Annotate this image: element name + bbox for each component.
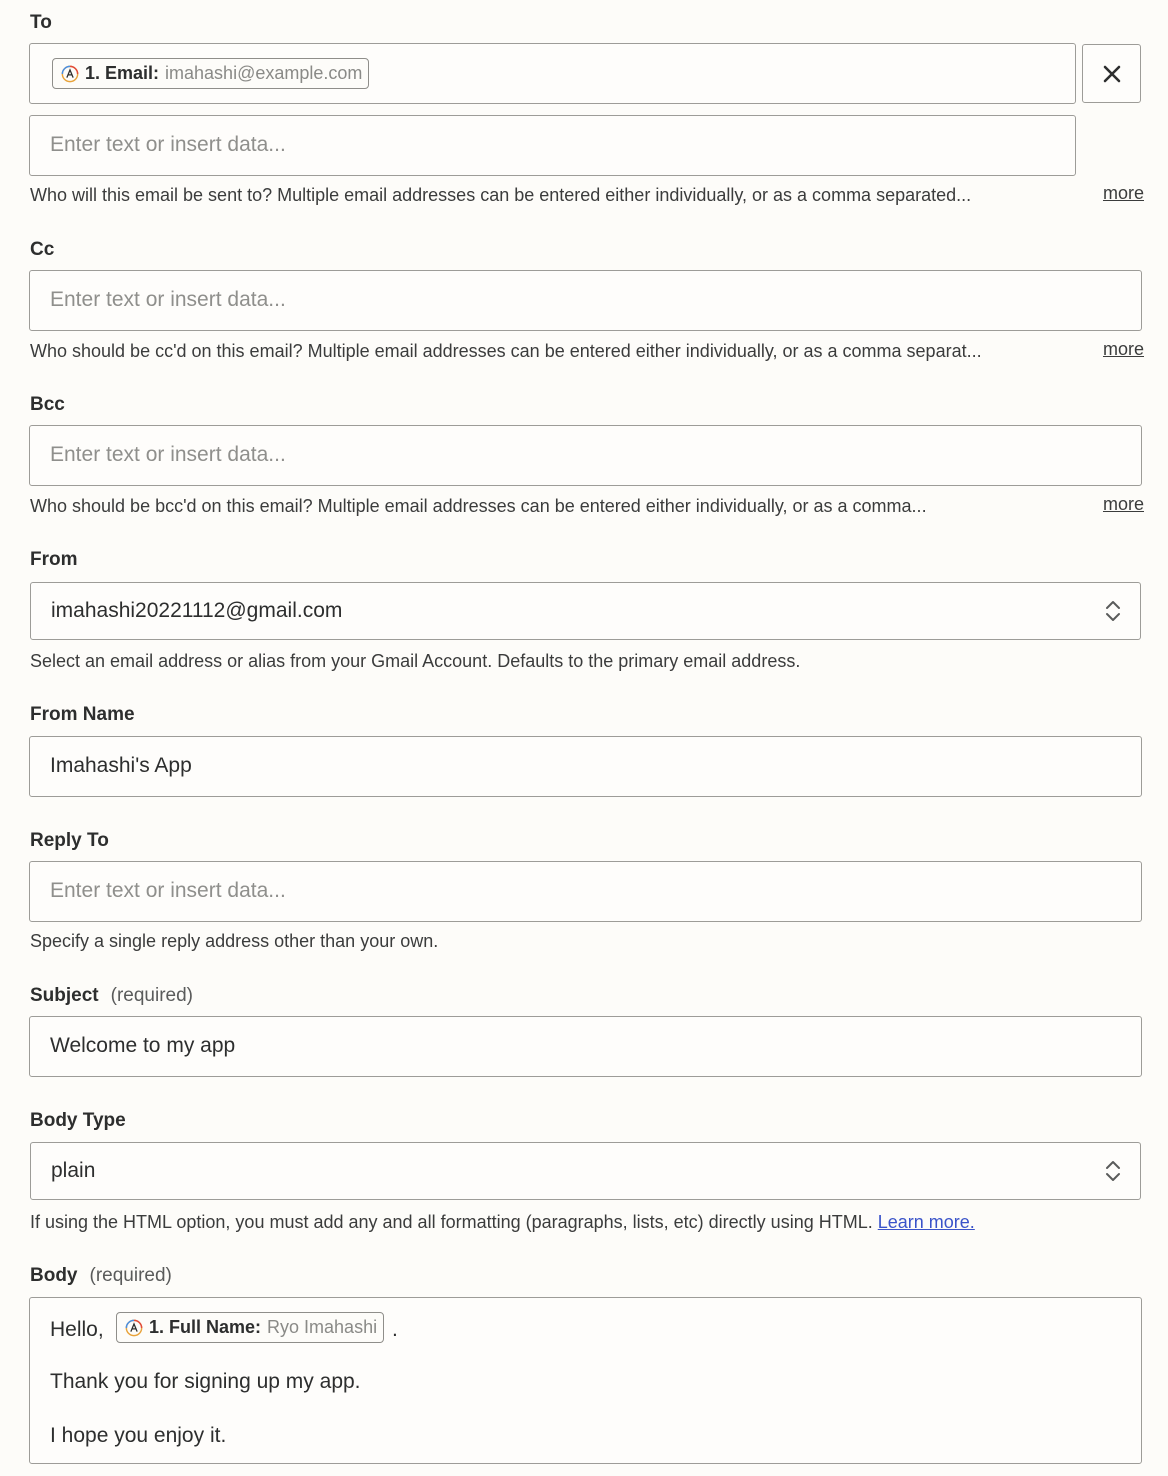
cc-input[interactable]: Enter text or insert data...: [29, 270, 1142, 331]
body-required: (required): [89, 1265, 172, 1286]
token-key: 1. Full Name:: [149, 1317, 262, 1337]
from-value: imahashi20221112@gmail.com: [51, 599, 343, 622]
bcc-placeholder: Enter text or insert data...: [50, 443, 286, 466]
bcc-more-link[interactable]: more: [1103, 494, 1144, 515]
from-name-label: From Name: [30, 704, 135, 725]
subject-input[interactable]: Welcome to my app: [29, 1016, 1142, 1077]
full-name-token[interactable]: 1. Full Name: Ryo Imahashi: [116, 1312, 385, 1343]
cc-label: Cc: [30, 239, 55, 260]
body-type-label: Body Type: [30, 1110, 126, 1131]
body-type-select[interactable]: plain: [30, 1142, 1141, 1200]
app-icon: [61, 65, 79, 82]
cc-more-link[interactable]: more: [1103, 339, 1144, 360]
to-additional-input[interactable]: Enter text or insert data...: [29, 115, 1076, 176]
select-chevron-icon: [1106, 1161, 1120, 1181]
from-name-value: Imahashi's App: [50, 754, 192, 777]
token-value: imahashi@example.com: [165, 63, 363, 83]
body-label: Body (required): [30, 1265, 172, 1287]
to-placeholder: Enter text or insert data...: [50, 133, 286, 156]
token-value: Ryo Imahashi: [267, 1317, 378, 1337]
body-line-2: Thank you for signing up my app.: [50, 1370, 361, 1393]
remove-to-button[interactable]: [1082, 44, 1141, 103]
reply-to-input[interactable]: Enter text or insert data...: [29, 861, 1142, 922]
to-email-token[interactable]: 1. Email: imahashi@example.com: [52, 58, 370, 89]
body-line-3: I hope you enjoy it.: [50, 1424, 227, 1447]
to-field[interactable]: 1. Email: imahashi@example.com: [29, 43, 1076, 104]
to-more-link[interactable]: more: [1103, 183, 1144, 204]
reply-to-help-text: Specify a single reply address other tha…: [30, 931, 439, 951]
token-key: 1. Email:: [85, 63, 160, 83]
select-chevron-icon: [1106, 601, 1120, 621]
from-name-input[interactable]: Imahashi's App: [29, 736, 1142, 797]
subject-label-text: Subject: [30, 985, 99, 1006]
reply-to-label: Reply To: [30, 830, 109, 851]
bcc-label: Bcc: [30, 394, 65, 415]
subject-value: Welcome to my app: [50, 1034, 236, 1057]
app-icon: [125, 1319, 143, 1336]
body-editor[interactable]: Hello, 1. Full Name: Ryo Imahashi . Than…: [29, 1297, 1142, 1464]
subject-label: Subject (required): [30, 985, 193, 1007]
learn-more-link[interactable]: Learn more.: [878, 1212, 975, 1232]
subject-required: (required): [110, 985, 193, 1006]
body-label-text: Body: [30, 1265, 78, 1286]
cc-placeholder: Enter text or insert data...: [50, 288, 286, 311]
body-period: .: [392, 1318, 398, 1341]
bcc-input[interactable]: Enter text or insert data...: [29, 425, 1142, 486]
body-type-help: If using the HTML option, you must add a…: [30, 1212, 873, 1232]
body-type-help-text: If using the HTML option, you must add a…: [30, 1212, 975, 1233]
cc-help-text: Who should be cc'd on this email? Multip…: [30, 341, 982, 361]
body-type-value: plain: [51, 1159, 96, 1182]
from-select[interactable]: imahashi20221112@gmail.com: [30, 582, 1141, 640]
from-label: From: [30, 549, 78, 570]
reply-to-placeholder: Enter text or insert data...: [50, 879, 286, 902]
from-help-text: Select an email address or alias from yo…: [30, 651, 801, 671]
bcc-help-text: Who should be bcc'd on this email? Multi…: [30, 496, 927, 516]
body-greeting: Hello,: [50, 1318, 104, 1341]
close-icon: [1103, 65, 1120, 82]
to-help-text: Who will this email be sent to? Multiple…: [30, 185, 972, 205]
to-label: To: [30, 12, 52, 33]
